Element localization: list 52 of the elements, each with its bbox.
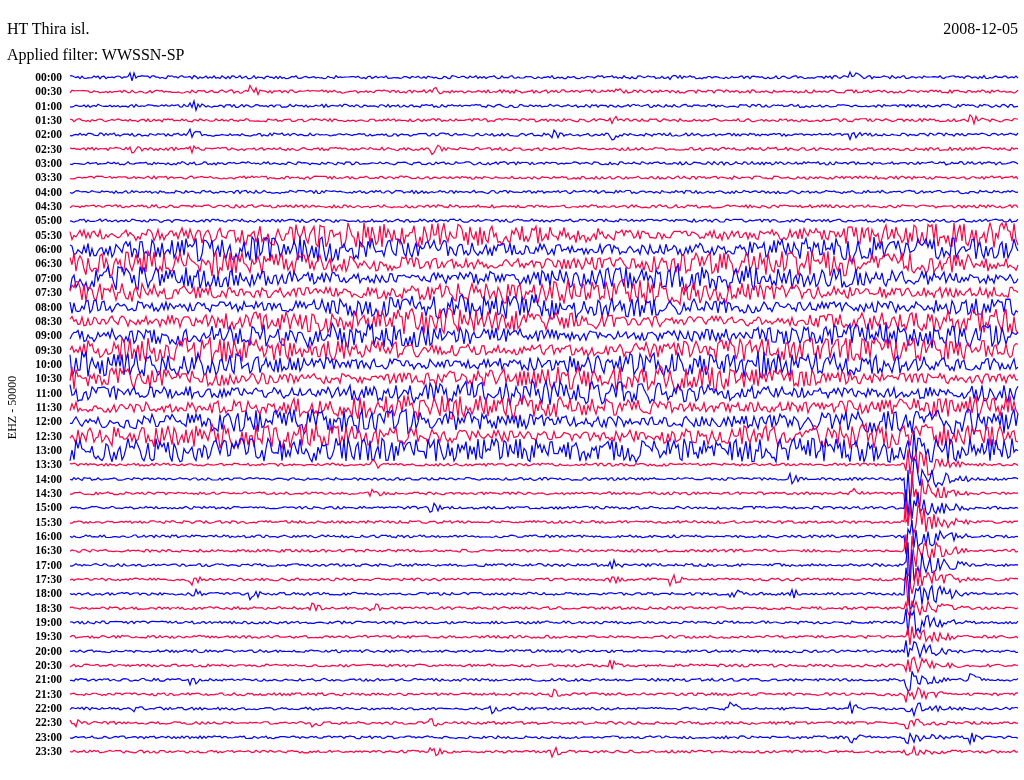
time-label: 08:00 <box>35 299 62 314</box>
time-label: 16:00 <box>35 529 62 544</box>
time-label: 18:30 <box>35 600 62 616</box>
time-label: 19:00 <box>35 615 62 630</box>
time-label: 00:00 <box>35 70 62 85</box>
time-label: 18:00 <box>35 586 62 601</box>
time-label: 16:30 <box>35 543 62 558</box>
date-label: 2008-12-05 <box>943 20 1018 38</box>
time-label: 03:30 <box>35 170 62 185</box>
time-label: 07:30 <box>35 285 62 300</box>
time-label: 03:00 <box>35 156 62 171</box>
time-label: 22:00 <box>35 701 62 716</box>
time-label: 11:00 <box>35 385 62 400</box>
time-label: 11:30 <box>35 399 62 415</box>
time-label: 13:00 <box>35 442 62 458</box>
time-label: 12:00 <box>35 414 62 429</box>
time-label: 07:00 <box>35 270 62 286</box>
time-label: 06:00 <box>35 242 62 257</box>
time-label: 02:00 <box>35 127 62 142</box>
time-label: 09:00 <box>35 328 62 343</box>
time-label: 15:00 <box>35 500 62 515</box>
time-label: 04:00 <box>35 184 62 200</box>
time-label: 12:30 <box>35 428 62 443</box>
time-label: 09:30 <box>35 342 62 357</box>
time-label: 06:30 <box>35 256 62 271</box>
time-label: 02:30 <box>35 141 62 157</box>
time-label: 23:00 <box>35 729 62 745</box>
time-label: 19:30 <box>35 629 62 644</box>
time-label: 00:30 <box>35 84 62 99</box>
time-label: 10:30 <box>35 371 62 386</box>
time-label: 20:30 <box>35 658 62 673</box>
time-label: 10:00 <box>35 356 62 372</box>
time-label: 22:30 <box>35 715 62 730</box>
time-label: 13:30 <box>35 457 62 472</box>
time-label: 17:30 <box>35 572 62 587</box>
time-label: 01:00 <box>35 98 62 114</box>
time-label: 14:00 <box>35 471 62 486</box>
time-label: 08:30 <box>35 313 62 329</box>
time-label: 23:30 <box>35 744 62 759</box>
station-title: HT Thira isl. <box>7 20 90 38</box>
time-label: 01:30 <box>35 113 62 128</box>
time-label: 17:00 <box>35 557 62 573</box>
time-label: 05:30 <box>35 227 62 243</box>
time-label: 21:30 <box>35 686 62 702</box>
time-label: 21:00 <box>35 672 62 687</box>
axis-label: EHZ - 50000 <box>4 374 20 442</box>
time-label: 20:00 <box>35 643 62 659</box>
filter-label: Applied filter: WWSSN-SP <box>7 46 185 63</box>
time-label: 15:30 <box>35 514 62 529</box>
time-label: 04:30 <box>35 199 62 214</box>
time-label: 14:30 <box>35 485 62 501</box>
time-label: 05:00 <box>35 213 62 228</box>
